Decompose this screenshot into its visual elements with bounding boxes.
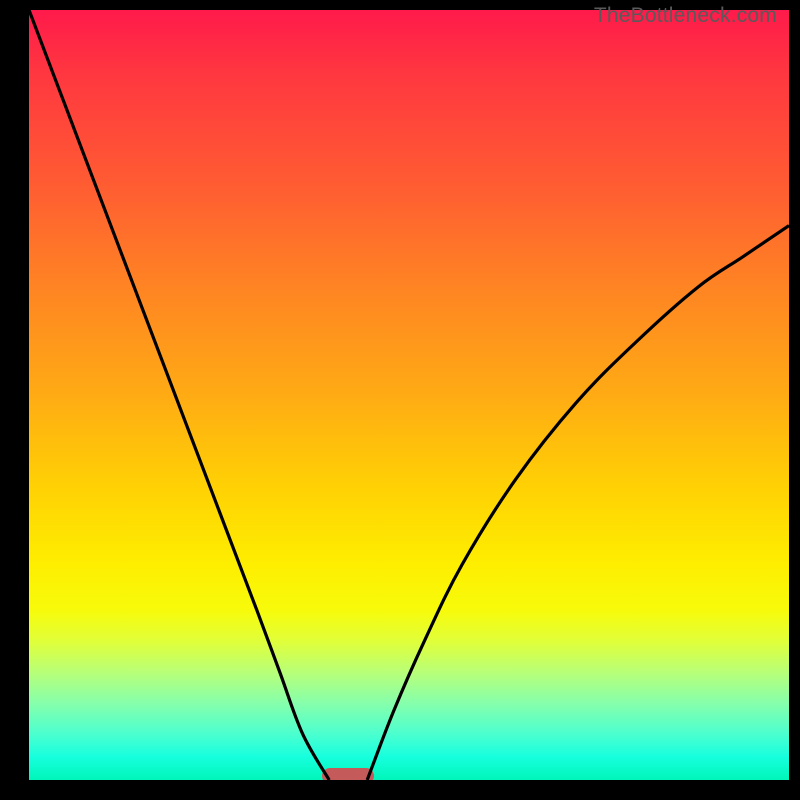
- plot-area: [29, 10, 789, 780]
- right-curve: [367, 226, 789, 780]
- left-curve: [29, 10, 329, 780]
- chart-frame: TheBottleneck.com: [9, 0, 791, 791]
- watermark-text: TheBottleneck.com: [594, 4, 777, 28]
- curve-layer: [29, 10, 789, 780]
